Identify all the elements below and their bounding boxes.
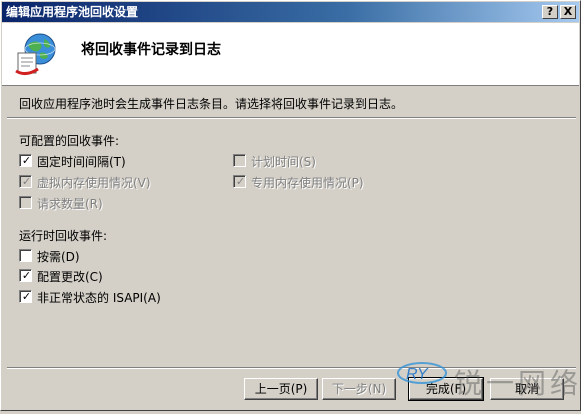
configurable-events-label: 可配置的回收事件:: [19, 134, 120, 148]
separator: [7, 117, 576, 119]
help-button[interactable]: ?: [542, 5, 558, 19]
runtime-events-label: 运行时回收事件:: [19, 229, 108, 243]
unhealthy-isapi-checkbox[interactable]: ✓: [19, 290, 32, 303]
scheduled-time-checkbox[interactable]: [233, 154, 246, 167]
title-bar[interactable]: 编辑应用程序池回收设置 ? X: [2, 2, 579, 22]
fixed-interval-checkbox[interactable]: ✓: [19, 154, 32, 167]
unhealthy-isapi-label[interactable]: 非正常状态的 ISAPI(A): [37, 289, 161, 306]
request-count-checkbox[interactable]: [19, 196, 32, 209]
virtual-memory-label[interactable]: 虚拟内存使用情况(V): [37, 174, 151, 191]
check-mark-icon: ✓: [21, 154, 32, 167]
check-mark-icon: ✓: [235, 175, 246, 188]
check-mark-icon: ✓: [21, 269, 32, 282]
on-demand-checkbox[interactable]: [19, 249, 32, 262]
finish-button[interactable]: 完成(F): [408, 377, 484, 401]
globe-document-icon: [15, 33, 56, 76]
cancel-button[interactable]: 取消: [490, 378, 564, 400]
virtual-memory-checkbox[interactable]: ✓: [19, 175, 32, 188]
page-heading: 将回收事件记录到日志: [81, 42, 221, 58]
scheduled-time-label[interactable]: 计划时间(S): [251, 153, 316, 170]
separator: [7, 367, 576, 369]
request-count-label[interactable]: 请求数量(R): [37, 195, 103, 212]
prev-button[interactable]: 上一页(P): [244, 378, 318, 400]
config-change-label[interactable]: 配置更改(C): [37, 268, 103, 285]
window-title: 编辑应用程序池回收设置: [6, 5, 139, 19]
close-button[interactable]: X: [560, 5, 576, 19]
config-change-checkbox[interactable]: ✓: [19, 269, 32, 282]
description-text: 回收应用程序池时会生成事件日志条目。请选择将回收事件记录到日志。: [19, 97, 404, 111]
next-button[interactable]: 下一步(N): [322, 378, 396, 400]
private-memory-checkbox[interactable]: ✓: [233, 175, 246, 188]
dialog-window: 编辑应用程序池回收设置 ? X 将回收事件记录到日志 回收应用程序池时会生成事件…: [0, 0, 581, 411]
fixed-interval-label[interactable]: 固定时间间隔(T): [37, 153, 126, 170]
on-demand-label[interactable]: 按需(D): [37, 248, 80, 265]
header-banner: 将回收事件记录到日志: [2, 23, 579, 86]
check-mark-icon: ✓: [21, 290, 32, 303]
check-mark-icon: ✓: [21, 175, 32, 188]
private-memory-label[interactable]: 专用内存使用情况(P): [251, 174, 364, 191]
